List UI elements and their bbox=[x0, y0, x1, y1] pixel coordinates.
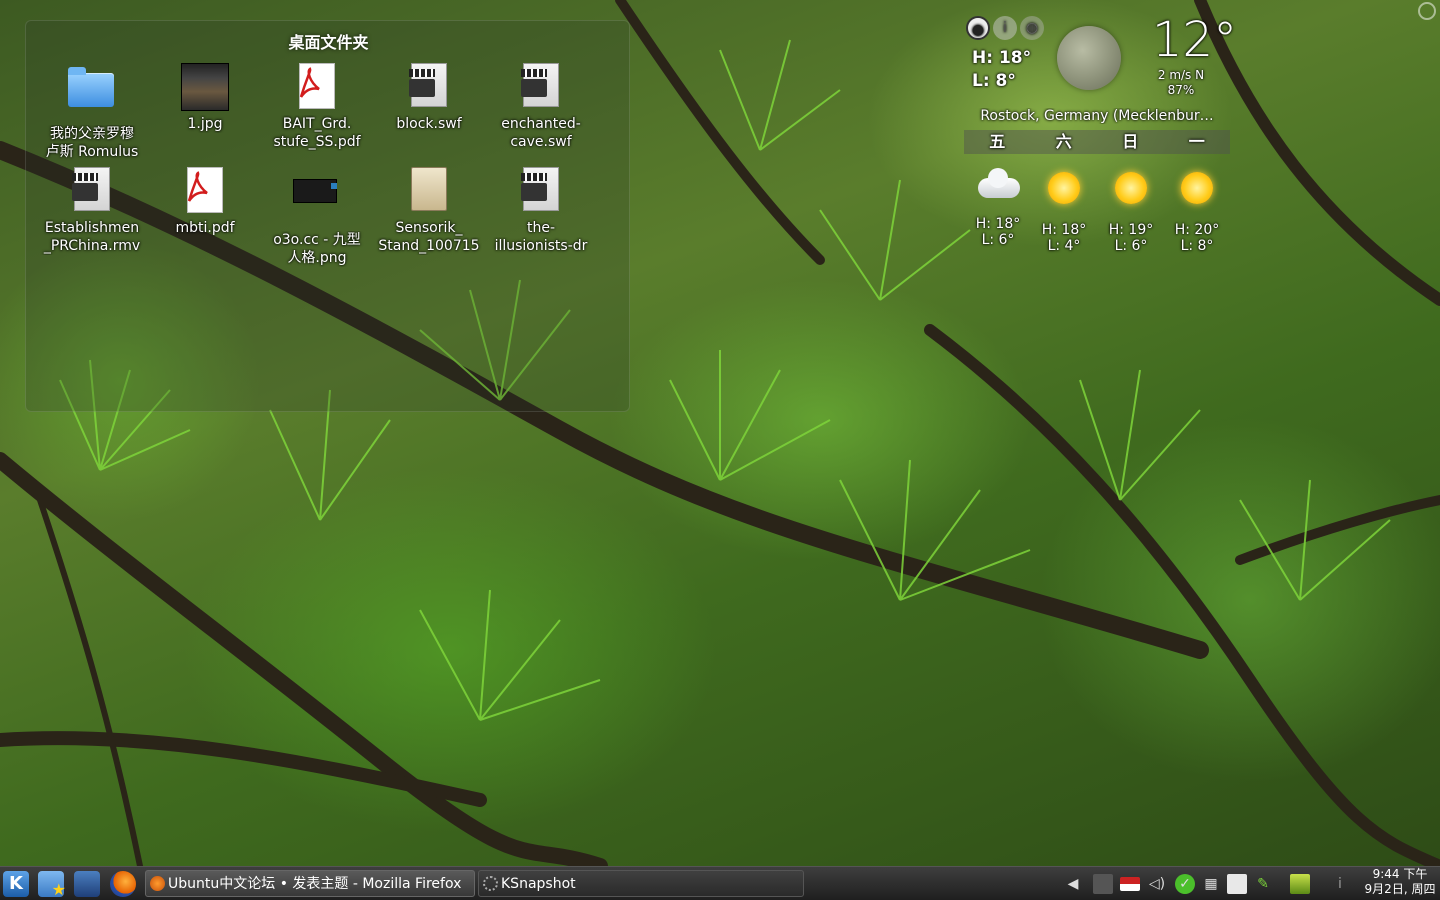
forecast-day-label: 六 bbox=[1055, 132, 1072, 151]
icon-label: Stand_100715 bbox=[378, 238, 480, 254]
icon-label: Establishmen bbox=[44, 220, 140, 236]
forecast-day-label: 日 bbox=[1122, 132, 1139, 151]
today-low: L: 8° bbox=[972, 71, 1016, 91]
weather-location: Rostock, Germany (Mecklenbur… bbox=[980, 108, 1214, 124]
current-temperature: 12° bbox=[1152, 12, 1238, 68]
volume-icon[interactable]: ◁) bbox=[1147, 874, 1167, 894]
favorites-folder-icon[interactable]: ★ bbox=[38, 871, 66, 899]
taskbar: K ★ Ubuntu中文论坛 • 发表主题 - Mozilla Firefox … bbox=[0, 866, 1440, 900]
firefox-launcher-icon[interactable] bbox=[110, 871, 136, 897]
sunny-icon bbox=[1042, 172, 1086, 216]
desktop-icon-1-jpg[interactable]: 1.jpg bbox=[152, 63, 258, 133]
notifications-info-icon[interactable]: i bbox=[1330, 874, 1350, 894]
task-firefox[interactable]: Ubuntu中文论坛 • 发表主题 - Mozilla Firefox bbox=[145, 870, 475, 897]
show-desktop-icon[interactable] bbox=[74, 871, 100, 897]
icon-label: 我的父亲罗穆 bbox=[50, 126, 134, 142]
pdf-file-icon bbox=[187, 167, 223, 213]
forecast-low: L: 4° bbox=[1047, 238, 1081, 254]
desktop-icon-enchanted-cave-swf[interactable]: enchanted- cave.swf bbox=[488, 63, 594, 151]
flash-file-icon bbox=[411, 63, 447, 107]
desktop-icon-sensorik[interactable]: Sensorik_ Stand_100715 bbox=[376, 167, 482, 255]
folder-view-widget[interactable]: 桌面文件夹 我的父亲罗穆 卢斯 Romulus 1.jpg BAIT_Grd. … bbox=[25, 20, 630, 412]
desktop-icon-establishment-rmvb[interactable]: Establishmen _PRChina.rmv bbox=[39, 167, 145, 255]
task-label: Ubuntu中文论坛 • 发表主题 - Mozilla Firefox bbox=[168, 876, 462, 892]
desktop-icon-o3o-png[interactable]: o3o.cc - 九型 人格.png bbox=[264, 167, 370, 267]
forecast-day-header: 五 六 日 一 bbox=[964, 130, 1230, 154]
kde-menu-icon[interactable]: K bbox=[3, 871, 29, 897]
png-file-icon bbox=[293, 179, 337, 203]
ksnapshot-icon bbox=[483, 876, 498, 891]
flash-file-icon bbox=[523, 63, 559, 107]
tray-collapse-arrow-icon[interactable]: ◀ bbox=[1063, 874, 1083, 894]
icon-label: _PRChina.rmv bbox=[43, 238, 141, 254]
icon-label: illusionists-dr bbox=[494, 238, 588, 254]
icon-label: the- bbox=[526, 220, 556, 236]
video-file-icon bbox=[74, 167, 110, 211]
icon-label: o3o.cc - 九型 bbox=[273, 232, 361, 248]
forecast-high: H: 20° bbox=[1174, 222, 1220, 238]
forecast-low: L: 8° bbox=[1180, 238, 1214, 254]
forecast-high: H: 18° bbox=[975, 216, 1021, 232]
icon-label: block.swf bbox=[396, 116, 462, 132]
clipboard-icon[interactable] bbox=[1227, 874, 1247, 894]
icon-label: cave.swf bbox=[510, 134, 572, 150]
desktop-icon-romulus-folder[interactable]: 我的父亲罗穆 卢斯 Romulus bbox=[39, 63, 145, 161]
radar-icon[interactable]: ● bbox=[966, 16, 990, 40]
desktop-icon-mbti-pdf[interactable]: mbti.pdf bbox=[152, 167, 258, 237]
cloudy-icon bbox=[976, 166, 1020, 210]
forecast-high: H: 18° bbox=[1041, 222, 1087, 238]
keyboard-icon[interactable] bbox=[1093, 874, 1113, 894]
package-file-icon bbox=[411, 167, 447, 211]
image-file-icon bbox=[181, 63, 229, 111]
info-icon[interactable]: i bbox=[993, 16, 1017, 40]
network-icon[interactable]: ▦ bbox=[1201, 874, 1221, 894]
icon-label: mbti.pdf bbox=[175, 220, 235, 236]
battery-icon[interactable] bbox=[1290, 874, 1310, 894]
forecast-day-1: H: 18° L: 6° bbox=[965, 166, 1031, 248]
globe-icon[interactable]: ◍ bbox=[1020, 16, 1044, 40]
humidity: 87% bbox=[1167, 83, 1195, 97]
wind-speed: 2 m/s N bbox=[1157, 68, 1205, 82]
forecast-high: H: 19° bbox=[1108, 222, 1154, 238]
pdf-file-icon bbox=[299, 63, 335, 109]
task-label: KSnapshot bbox=[501, 876, 576, 892]
today-high: H: 18° bbox=[972, 48, 1032, 68]
icon-label: 1.jpg bbox=[187, 116, 223, 132]
forecast-low: L: 6° bbox=[1114, 238, 1148, 254]
digital-clock[interactable]: 9:44 下午 9月2日, 周四 bbox=[1360, 867, 1440, 897]
folder-view-title: 桌面文件夹 bbox=[288, 33, 369, 52]
weather-widget[interactable]: ● i ◍ H: 18° L: 8° 12° 2 m/s N 87% Rosto… bbox=[962, 8, 1237, 258]
sunny-icon bbox=[1109, 172, 1153, 216]
icon-label: stufe_SS.pdf bbox=[273, 134, 361, 150]
flash-file-icon bbox=[523, 167, 559, 211]
folder-icon bbox=[68, 73, 114, 107]
icon-label: 卢斯 Romulus bbox=[45, 144, 139, 160]
icon-label: 人格.png bbox=[287, 250, 347, 266]
desktop-icon-block-swf[interactable]: block.swf bbox=[376, 63, 482, 133]
icon-label: Sensorik_ bbox=[395, 220, 463, 236]
desktop-icon-the-illusionists[interactable]: the- illusionists-dr bbox=[488, 167, 594, 255]
clock-time: 9:44 下午 bbox=[1372, 867, 1428, 881]
task-ksnapshot[interactable]: KSnapshot bbox=[478, 870, 804, 897]
us-flag-icon[interactable] bbox=[1120, 877, 1140, 891]
forecast-day-2: H: 18° L: 4° bbox=[1031, 166, 1097, 254]
desktop-toolbox-icon[interactable] bbox=[1418, 2, 1436, 20]
forecast-day-3: H: 19° L: 6° bbox=[1098, 166, 1164, 254]
sunny-icon bbox=[1175, 172, 1219, 216]
forecast-day-4: H: 20° L: 8° bbox=[1164, 166, 1230, 254]
clock-date: 9月2日, 周四 bbox=[1364, 882, 1436, 896]
forecast-day-label: 一 bbox=[1188, 132, 1205, 151]
moon-phase-icon bbox=[1057, 26, 1121, 90]
firefox-icon bbox=[150, 876, 165, 891]
tool-icon[interactable]: ✎ bbox=[1253, 874, 1273, 894]
icon-label: enchanted- bbox=[501, 116, 581, 132]
desktop-icon-bait-pdf[interactable]: BAIT_Grd. stufe_SS.pdf bbox=[264, 63, 370, 151]
update-check-icon[interactable]: ✓ bbox=[1175, 874, 1195, 894]
icon-label: BAIT_Grd. bbox=[282, 116, 352, 132]
forecast-low: L: 6° bbox=[981, 232, 1015, 248]
forecast-day-label: 五 bbox=[989, 132, 1006, 151]
